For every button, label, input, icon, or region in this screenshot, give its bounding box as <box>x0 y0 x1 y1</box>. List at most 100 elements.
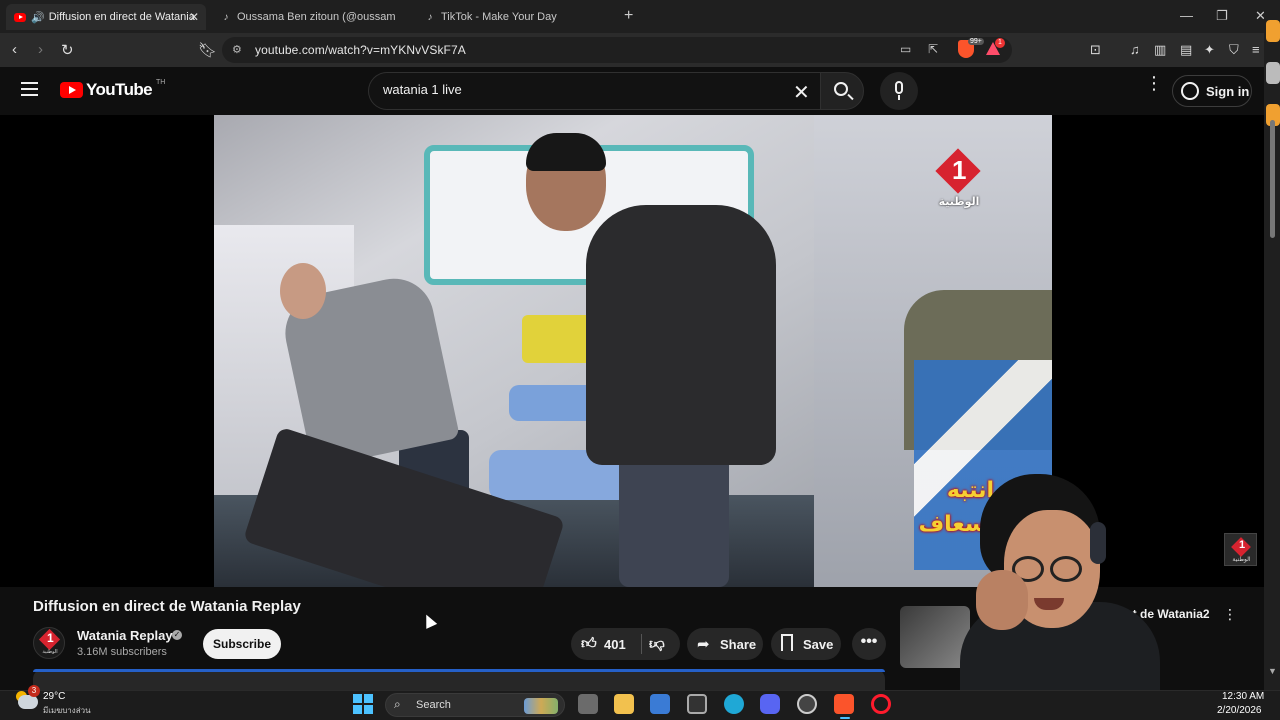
verified-icon: ✓ <box>172 630 182 640</box>
cast-icon[interactable]: ▭ <box>900 42 911 56</box>
sidebar-app-icon[interactable] <box>1266 20 1280 42</box>
browser-tab-strip: 🔊 Diffusion en direct de Watania ✕ ♪ Ous… <box>0 0 1280 33</box>
search-icon <box>834 82 848 96</box>
share-button[interactable]: ➦ Share <box>687 628 763 660</box>
start-button[interactable] <box>353 694 373 714</box>
browser-side-panel <box>1264 0 1280 690</box>
channel-watermark[interactable]: 1 الوطنية <box>1224 533 1257 566</box>
edge-icon[interactable] <box>724 694 744 714</box>
menu-icon[interactable]: ≡ <box>1252 42 1260 57</box>
voice-search-button[interactable] <box>880 72 918 110</box>
settings-app-icon[interactable] <box>797 694 817 714</box>
like-dislike-group: 👍︎ 401 👍︎ <box>571 628 680 660</box>
close-tab-icon[interactable]: ✕ <box>189 10 199 24</box>
avatar-arabic: الوطنية <box>42 649 58 655</box>
taskbar-search-label: Search <box>416 699 451 711</box>
sidebar-app-icon[interactable] <box>1266 62 1280 84</box>
leo-ai-icon[interactable]: ✦ <box>1204 42 1215 58</box>
site-info-icon[interactable]: ⚙ <box>232 43 242 56</box>
save-icon <box>781 634 793 651</box>
share-icon: ➦ <box>697 636 710 653</box>
page-scrollbar-thumb[interactable] <box>1270 120 1275 238</box>
search-button[interactable] <box>820 72 864 110</box>
back-icon[interactable]: ‹ <box>12 41 17 58</box>
url-text[interactable]: youtube.com/watch?v=mYKNvVSkF7A <box>255 43 466 57</box>
restore-icon[interactable]: ❐ <box>1216 8 1228 24</box>
shields-count-badge: 99+ <box>968 38 984 45</box>
guide-menu-icon[interactable] <box>21 82 38 96</box>
tab-tiktok-home[interactable]: ♪ TikTok - Make Your Day <box>416 4 606 30</box>
opera-gx-icon[interactable] <box>871 694 891 714</box>
microsoft-store-icon[interactable] <box>650 694 670 714</box>
sign-in-label: Sign in <box>1206 83 1250 99</box>
new-tab-icon[interactable]: + <box>624 7 633 25</box>
channel-bug-arabic: الوطنية <box>938 196 980 208</box>
speaker-icon[interactable]: 🔊 <box>31 11 45 24</box>
save-button[interactable]: Save <box>771 628 841 660</box>
country-code: TH <box>156 78 166 86</box>
channel-avatar[interactable]: 1 الوطنية <box>33 627 65 659</box>
sidebar-toggle-icon[interactable]: ▥ <box>1154 42 1166 58</box>
youtube-play-icon <box>60 82 83 98</box>
channel-bug-number: 1 <box>952 155 967 185</box>
weather-cloud-icon <box>18 695 38 709</box>
channel-name[interactable]: Watania Replay <box>77 628 173 643</box>
settings-menu-icon[interactable]: ⋮ <box>1145 74 1163 92</box>
address-bar[interactable]: ⚙ youtube.com/watch?v=mYKNvVSkF7A ▭ ⇱ 99… <box>222 37 1012 63</box>
reload-icon[interactable]: ↻ <box>61 41 74 59</box>
more-actions-button[interactable]: ••• <box>852 628 886 660</box>
search-highlight-icon <box>524 698 558 714</box>
mouse-cursor <box>420 612 438 629</box>
bookmark-icon[interactable]: 🔖︎ <box>198 41 217 59</box>
save-label: Save <box>803 637 834 652</box>
discord-icon[interactable] <box>760 694 780 714</box>
minimize-icon[interactable]: — <box>1180 8 1193 23</box>
clock-time[interactable]: 12:30 AM <box>1222 691 1264 702</box>
scroll-down-icon[interactable]: ▼ <box>1268 666 1277 676</box>
temperature: 29°C <box>43 691 66 702</box>
dislike-icon[interactable]: 👍︎ <box>649 635 665 653</box>
screenshot-icon[interactable]: ⊡ <box>1090 42 1101 58</box>
like-count[interactable]: 401 <box>604 637 626 652</box>
video-title: Diffusion en direct de Watania Replay <box>33 598 301 615</box>
youtube-masthead: YouTube TH ✕ ⋮ Sign in <box>0 67 1264 115</box>
taskbar-search[interactable]: ⌕ Search <box>385 693 565 717</box>
sign-in-button[interactable]: Sign in <box>1172 75 1252 107</box>
search-icon: ⌕ <box>394 697 401 711</box>
recommended-video-menu-icon[interactable]: ⋮ <box>1223 606 1237 623</box>
youtube-wordmark: YouTube <box>86 80 153 99</box>
tiktok-favicon-icon: ♪ <box>427 11 433 23</box>
browser-toolbar: ‹ › ↻ 🔖︎ ⚙ youtube.com/watch?v=mYKNvVSkF… <box>0 33 1280 67</box>
vpn-icon[interactable]: ⛉ <box>1229 42 1239 58</box>
tab-tiktok-profile[interactable]: ♪ Oussama Ben zitoun (@oussama.ben <box>212 4 404 30</box>
file-explorer-icon[interactable] <box>614 694 634 714</box>
microphone-icon <box>895 81 903 94</box>
avatar-number: 1 <box>47 631 54 645</box>
search-input[interactable] <box>383 82 763 97</box>
app-icon[interactable] <box>687 694 707 714</box>
windows-taskbar: 3 29°C มีเมฆบางส่วน ⌕ Search 12:30 AM 2/… <box>0 685 1280 720</box>
wallet-icon[interactable]: ▤ <box>1180 42 1192 58</box>
brave-browser-icon[interactable] <box>834 694 854 714</box>
youtube-logo[interactable]: YouTube TH <box>60 78 166 100</box>
share-label: Share <box>720 637 757 652</box>
video-player[interactable]: 1 الوطنية انتبه إسعاف <box>214 115 1052 587</box>
tab-title: TikTok - Make Your Day <box>441 11 557 23</box>
tab-youtube-watania[interactable]: 🔊 Diffusion en direct de Watania ✕ <box>6 4 206 30</box>
like-icon[interactable]: 👍︎ <box>581 635 597 653</box>
webcam-overlay <box>960 472 1160 690</box>
tab-title: Oussama Ben zitoun (@oussama.ben <box>237 11 396 23</box>
subscribe-button[interactable]: Subscribe <box>203 629 281 659</box>
forward-icon[interactable]: › <box>38 41 43 58</box>
share-page-icon[interactable]: ⇱ <box>928 42 938 56</box>
watermark-arabic: الوطنية <box>1232 557 1251 563</box>
task-view-icon[interactable] <box>578 694 598 714</box>
description-box[interactable] <box>33 669 885 691</box>
clear-search-icon[interactable]: ✕ <box>793 80 810 105</box>
tiktok-favicon-icon: ♪ <box>223 11 229 23</box>
clock-date[interactable]: 2/20/2026 <box>1217 705 1262 716</box>
media-icon[interactable]: ♫ <box>1130 42 1140 57</box>
rewards-badge: 1 <box>995 38 1005 48</box>
weather-badge: 3 <box>28 685 40 697</box>
weather-condition: มีเมฆบางส่วน <box>43 706 91 715</box>
